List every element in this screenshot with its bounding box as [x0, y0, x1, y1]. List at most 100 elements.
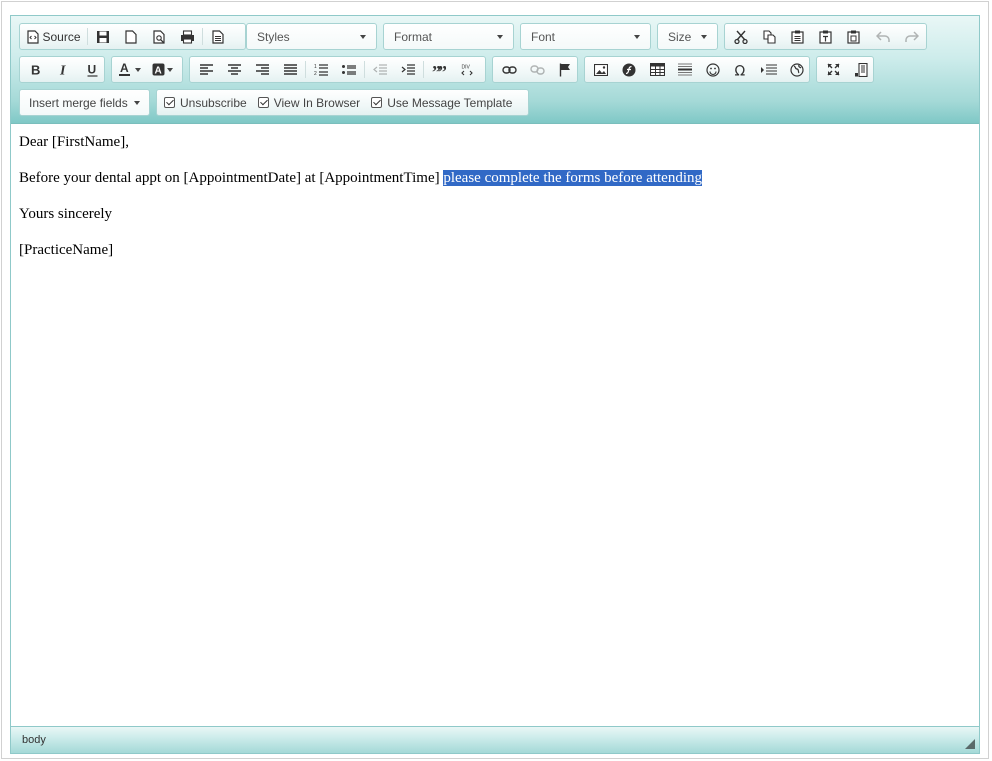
div-container-icon: DIV: [461, 64, 473, 75]
underline-icon: U: [87, 63, 97, 77]
chevron-down-icon: [134, 100, 140, 105]
closing-line[interactable]: Yours sincerely: [19, 205, 971, 224]
flag-icon: [559, 63, 570, 76]
undo-button[interactable]: [869, 25, 897, 48]
body-line[interactable]: Before your dental appt on [AppointmentD…: [19, 169, 971, 188]
rich-text-editor: Source Styles Format Font Size B I U A A…: [10, 15, 980, 754]
link-button[interactable]: [495, 58, 523, 81]
numbered-list-button[interactable]: 12: [307, 58, 335, 81]
background-color-button[interactable]: A: [146, 58, 178, 81]
paste-from-word-button[interactable]: [839, 25, 867, 48]
increase-indent-button[interactable]: [394, 58, 422, 81]
chevron-down-icon: [166, 67, 173, 72]
page-break-icon: [761, 63, 777, 75]
align-center-button[interactable]: [220, 58, 248, 81]
use-message-template-checkbox[interactable]: Use Message Template: [371, 96, 512, 110]
page-break-button[interactable]: [755, 58, 783, 81]
unsubscribe-checkbox[interactable]: Unsubscribe: [164, 96, 247, 110]
unsubscribe-label: Unsubscribe: [180, 95, 247, 110]
paste-button[interactable]: [783, 25, 811, 48]
size-dropdown-label: Size: [668, 29, 692, 44]
preview-icon: [152, 29, 165, 44]
svg-text:Ω: Ω: [735, 63, 746, 77]
globe-icon: [790, 62, 804, 77]
bold-button[interactable]: B: [22, 58, 50, 81]
chevron-down-icon: [497, 34, 503, 39]
align-left-icon: [199, 63, 213, 75]
size-dropdown[interactable]: Size: [657, 23, 718, 50]
special-character-button[interactable]: Ω: [727, 58, 755, 81]
align-left-button[interactable]: [192, 58, 220, 81]
decrease-indent-button[interactable]: [366, 58, 394, 81]
create-div-button[interactable]: DIV: [453, 58, 481, 81]
checkbox-checked-icon: [257, 97, 269, 108]
styles-dropdown[interactable]: Styles: [246, 23, 377, 50]
table-icon: [649, 63, 665, 76]
save-icon: [97, 30, 109, 43]
omega-icon: Ω: [735, 63, 746, 77]
redo-button[interactable]: [897, 25, 925, 48]
view-in-browser-checkbox[interactable]: View In Browser: [257, 96, 360, 110]
horizontal-line-icon: [678, 63, 692, 75]
insert-toolbar-group: Ω: [584, 56, 810, 83]
checkbox-checked-icon: [164, 97, 175, 108]
templates-button[interactable]: [204, 25, 232, 48]
insert-merge-fields-dropdown[interactable]: Insert merge fields: [19, 89, 150, 116]
italic-button[interactable]: I: [50, 58, 78, 81]
paste-text-icon: [818, 30, 832, 44]
svg-text:2: 2: [314, 71, 317, 76]
iframe-button[interactable]: [783, 58, 811, 81]
selected-text[interactable]: please complete the forms before attendi…: [443, 170, 703, 186]
flash-button[interactable]: [615, 58, 643, 81]
align-right-button[interactable]: [248, 58, 276, 81]
smiley-icon: [706, 62, 720, 77]
maximize-button[interactable]: [819, 58, 847, 81]
chevron-down-icon: [634, 34, 640, 39]
source-button[interactable]: Source: [22, 25, 86, 48]
copy-button[interactable]: [755, 25, 783, 48]
image-button[interactable]: [587, 58, 615, 81]
unlink-icon: [529, 64, 545, 75]
chevron-down-icon: [135, 67, 141, 72]
format-dropdown[interactable]: Format: [383, 23, 514, 50]
italic-icon: I: [59, 64, 66, 77]
svg-text:A: A: [120, 62, 129, 75]
text-color-button[interactable]: A: [114, 58, 146, 81]
element-path-body[interactable]: body: [22, 734, 46, 746]
scissors-icon: [734, 30, 748, 44]
styles-dropdown-label: Styles: [257, 29, 290, 44]
underline-button[interactable]: U: [78, 58, 106, 81]
svg-text:A: A: [154, 66, 161, 77]
print-button[interactable]: [173, 25, 201, 48]
separator: [364, 61, 365, 78]
preview-button[interactable]: [145, 25, 173, 48]
separator: [202, 28, 203, 45]
smiley-button[interactable]: [699, 58, 727, 81]
new-page-button[interactable]: [117, 25, 145, 48]
paste-text-button[interactable]: [811, 25, 839, 48]
editor-content-area[interactable]: Dear [FirstName], Before your dental app…: [11, 125, 979, 725]
basic-styles-toolbar-group: B I U: [19, 56, 105, 83]
bulleted-list-button[interactable]: [335, 58, 363, 81]
unlink-button[interactable]: [523, 58, 551, 81]
greeting-line[interactable]: Dear [FirstName],: [19, 133, 971, 152]
outdent-icon: [373, 63, 387, 75]
justify-button[interactable]: [276, 58, 304, 81]
blockquote-button[interactable]: ””: [425, 58, 453, 81]
anchor-button[interactable]: [551, 58, 579, 81]
font-dropdown-label: Font: [531, 29, 556, 44]
svg-text:1: 1: [314, 64, 317, 70]
horizontal-line-button[interactable]: [671, 58, 699, 81]
cut-button[interactable]: [727, 25, 755, 48]
print-icon: [180, 29, 194, 44]
undo-icon: [875, 30, 890, 42]
show-blocks-button[interactable]: [847, 58, 875, 81]
resize-handle-icon[interactable]: [965, 739, 975, 749]
font-dropdown[interactable]: Font: [520, 23, 651, 50]
editor-status-bar: body: [11, 726, 979, 753]
signature-line[interactable]: [PracticeName]: [19, 241, 971, 260]
body-text[interactable]: Before your dental appt on [AppointmentD…: [19, 170, 443, 186]
table-button[interactable]: [643, 58, 671, 81]
save-button[interactable]: [89, 25, 117, 48]
background-color-icon: A: [152, 63, 164, 77]
